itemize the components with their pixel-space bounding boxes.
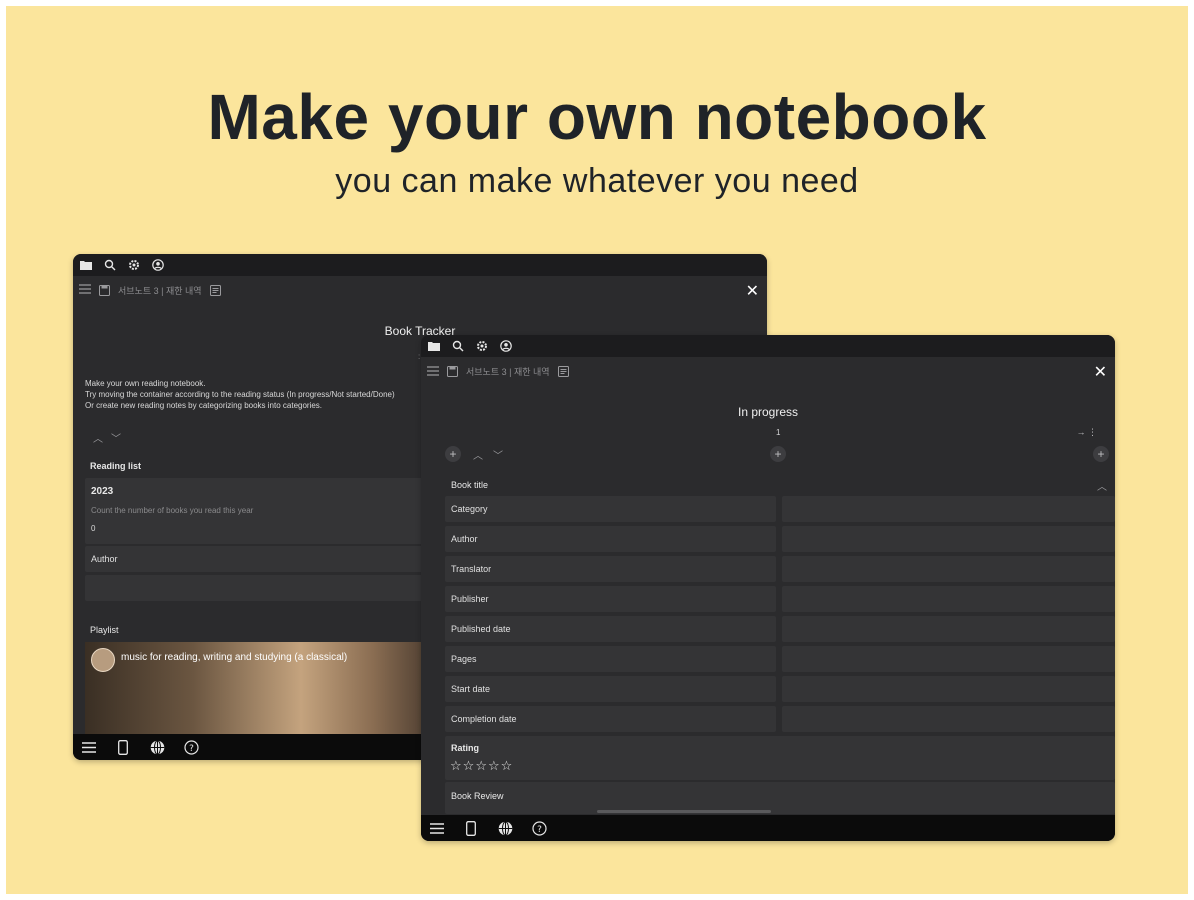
add-block-button[interactable]: +	[445, 446, 461, 462]
search-icon[interactable]	[103, 258, 117, 272]
avatar	[91, 648, 115, 672]
gear-icon[interactable]	[475, 339, 489, 353]
page-marker: :	[418, 352, 421, 361]
folder-icon[interactable]	[427, 339, 441, 353]
description-line: Make your own reading notebook.	[85, 379, 206, 388]
menu-icon[interactable]	[79, 284, 91, 296]
move-up-icon[interactable]: ︿	[93, 430, 103, 445]
field-label-row[interactable]: Published date	[445, 616, 776, 642]
globe-icon[interactable]	[149, 739, 165, 755]
close-icon[interactable]: ✕	[746, 281, 759, 301]
rating-stars[interactable]: ☆☆☆☆☆	[450, 758, 513, 774]
field-label-row[interactable]: Translator	[445, 556, 776, 582]
menu-icon[interactable]	[427, 366, 439, 376]
note-icon[interactable]	[209, 284, 221, 296]
save-icon[interactable]	[99, 284, 110, 296]
star-icon[interactable]: ☆	[450, 758, 463, 773]
folder-icon[interactable]	[79, 258, 93, 272]
gear-icon[interactable]	[127, 258, 141, 272]
account-icon[interactable]	[499, 339, 513, 353]
top-bar	[421, 335, 1115, 357]
book-review-label: Book Review	[451, 791, 504, 801]
year-title: 2023	[91, 486, 114, 497]
star-icon[interactable]: ☆	[488, 758, 501, 773]
toolbar: 서브노트 3 | 재한 내역 ✕	[73, 276, 767, 304]
playlist-title: music for reading, writing and studying …	[121, 652, 348, 663]
account-icon[interactable]	[151, 258, 165, 272]
field-label-row[interactable]: Pages	[445, 646, 776, 672]
menu-icon[interactable]	[81, 739, 97, 755]
page-title: In progress	[737, 405, 799, 419]
playlist-label: Playlist	[90, 625, 119, 635]
field-label-row[interactable]: Completion date	[445, 706, 776, 732]
collapse-icon[interactable]: ︿	[1097, 478, 1107, 493]
move-up-icon[interactable]: ︿	[473, 447, 483, 462]
field-label-row[interactable]: Author	[445, 526, 776, 552]
subheadline: you can make whatever you need	[335, 162, 859, 200]
rating-card	[445, 736, 1115, 780]
field-value-cell[interactable]	[782, 706, 1115, 732]
headline: Make your own notebook	[207, 81, 987, 153]
phone-icon[interactable]	[463, 820, 479, 836]
reading-list-label: Reading list	[90, 461, 142, 471]
field-value-cell[interactable]	[782, 556, 1115, 582]
breadcrumb[interactable]: 서브노트 3 | 재한 내역	[466, 365, 550, 378]
field-value-cell[interactable]	[782, 586, 1115, 612]
field-label-row[interactable]: Publisher	[445, 586, 776, 612]
author-value[interactable]	[85, 575, 425, 601]
move-down-icon[interactable]: ﹀	[493, 447, 503, 462]
author-row[interactable]: Author	[85, 546, 425, 572]
save-icon[interactable]	[447, 365, 458, 377]
playlist-card[interactable]: music for reading, writing and studying …	[85, 642, 445, 734]
description: Make your own reading notebook. Try movi…	[85, 378, 425, 411]
star-icon[interactable]: ☆	[501, 758, 514, 773]
svg-text:?: ?	[537, 825, 542, 835]
device-screen-in-progress: 서브노트 3 | 재한 내역 ✕ In progress 1 → ⋮ + ︿ ﹀…	[421, 335, 1115, 841]
phone-icon[interactable]	[115, 739, 131, 755]
bottom-bar: ?	[421, 815, 1115, 841]
menu-icon[interactable]	[429, 820, 445, 836]
year-count: 0	[91, 524, 96, 533]
top-bar	[73, 254, 767, 276]
description-line: Or create new reading notes by categoriz…	[85, 401, 323, 410]
field-value-cell[interactable]	[782, 616, 1115, 642]
field-value-cell[interactable]	[782, 676, 1115, 702]
note-icon[interactable]	[557, 365, 569, 377]
scroll-indicator[interactable]	[597, 810, 771, 813]
star-icon[interactable]: ☆	[463, 758, 476, 773]
review-card[interactable]	[445, 782, 1115, 814]
field-label-row[interactable]: Category	[445, 496, 776, 522]
help-icon[interactable]: ?	[183, 739, 199, 755]
page-number: 1	[776, 428, 781, 437]
rating-label: Rating	[451, 743, 479, 753]
add-right-button[interactable]: +	[1093, 446, 1109, 462]
field-value-cell[interactable]	[782, 496, 1115, 522]
move-down-icon[interactable]: ﹀	[111, 430, 121, 445]
field-value-cell[interactable]	[782, 526, 1115, 552]
description-line: Try moving the container according to th…	[85, 390, 395, 399]
globe-icon[interactable]	[497, 820, 513, 836]
close-icon[interactable]: ✕	[1094, 362, 1107, 382]
book-title-label: Book title	[451, 480, 489, 490]
add-column-button[interactable]: +	[770, 446, 786, 462]
arrow-right-icon[interactable]: → ⋮	[1076, 427, 1097, 438]
star-icon[interactable]: ☆	[475, 758, 488, 773]
field-label-row[interactable]: Start date	[445, 676, 776, 702]
help-icon[interactable]: ?	[531, 820, 547, 836]
year-desc: Count the number of books you read this …	[91, 506, 254, 515]
breadcrumb[interactable]: 서브노트 3 | 재한 내역	[118, 284, 202, 297]
toolbar: 서브노트 3 | 재한 내역 ✕	[421, 357, 1115, 385]
svg-text:?: ?	[189, 744, 194, 754]
search-icon[interactable]	[451, 339, 465, 353]
field-value-cell[interactable]	[782, 646, 1115, 672]
